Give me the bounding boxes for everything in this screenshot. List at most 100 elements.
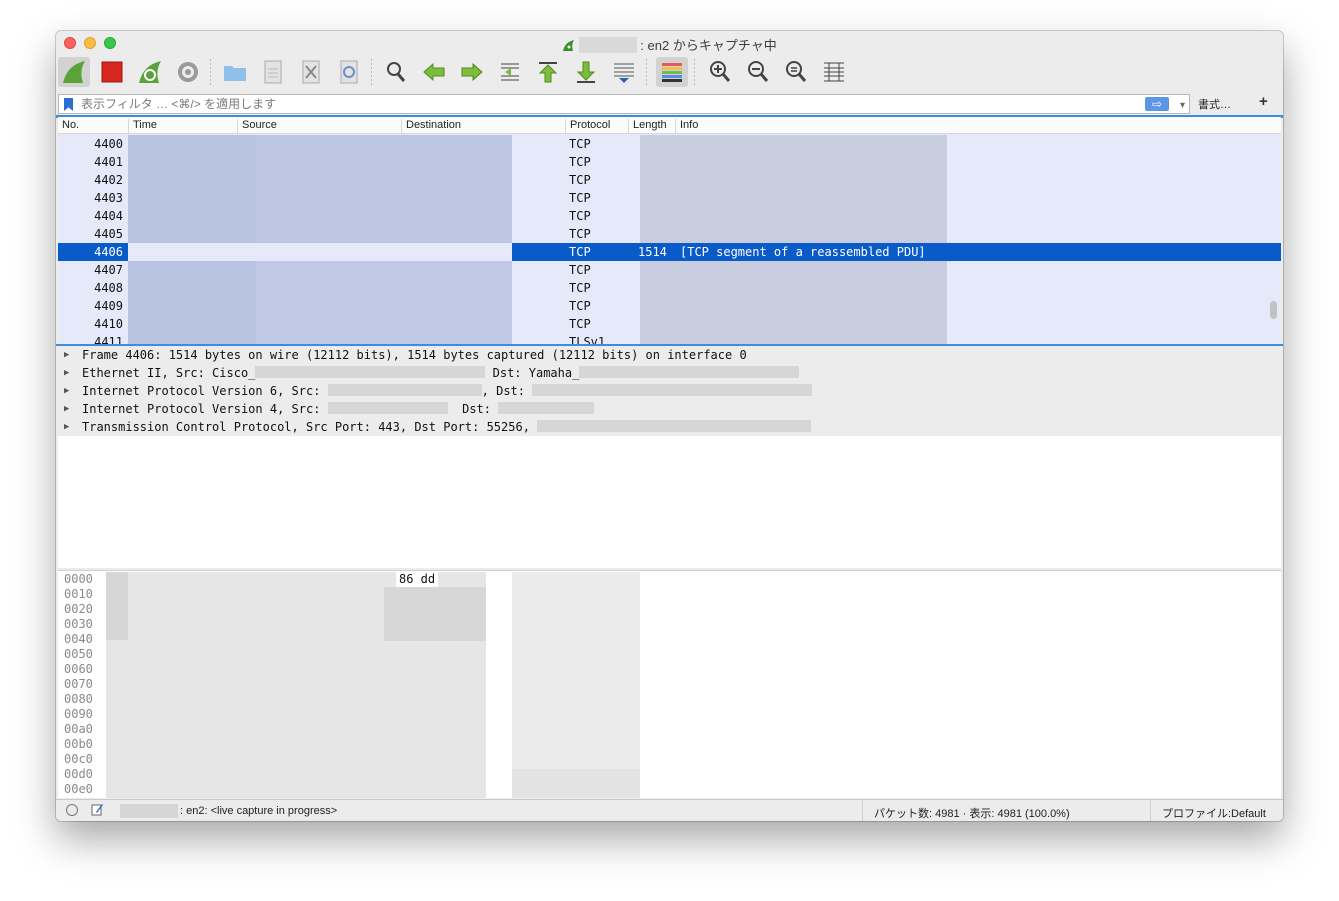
redacted-ascii <box>512 769 640 798</box>
go-to-packet-button[interactable] <box>494 57 526 87</box>
packet-protocol: TCP <box>569 317 591 331</box>
detail-text: Ethernet II, Src: Cisco_ <box>82 366 256 380</box>
apply-filter-button[interactable]: ⇨ <box>1145 97 1169 111</box>
packet-protocol: TCP <box>569 155 591 169</box>
start-capture-button[interactable] <box>58 57 90 87</box>
packet-row[interactable]: 4403 TCP <box>58 189 1281 207</box>
expand-arrow-icon[interactable]: ▶ <box>64 364 69 382</box>
packet-list[interactable]: No. Time Source Destination Protocol Len… <box>58 117 1281 344</box>
zoom-out-button[interactable] <box>742 57 774 87</box>
packet-row[interactable]: 4411 TLSv1 <box>58 333 1281 344</box>
expand-arrow-icon[interactable]: ▶ <box>64 346 69 364</box>
find-packet-button[interactable] <box>380 57 412 87</box>
packet-row[interactable]: 4404 TCP <box>58 207 1281 225</box>
packet-number: 4403 <box>94 191 123 205</box>
zoom-out-icon <box>748 61 769 82</box>
reload-file-button[interactable] <box>333 57 365 87</box>
packet-number: 4409 <box>94 299 123 313</box>
redacted-ip <box>532 384 813 396</box>
detail-tcp[interactable]: ▶ Transmission Control Protocol, Src Port… <box>58 418 1281 436</box>
restart-capture-button[interactable] <box>134 57 166 87</box>
capture-comment-icon[interactable] <box>91 803 104 816</box>
packet-row-selected[interactable]: 4406 TCP 1514 [TCP segment of a reassembled… <box>58 243 1281 261</box>
expand-arrow-icon[interactable]: ▶ <box>64 418 69 436</box>
capture-options-button[interactable] <box>172 57 204 87</box>
add-filter-button[interactable]: + <box>1259 93 1268 110</box>
go-back-button[interactable] <box>418 57 450 87</box>
packet-details[interactable]: ▶ Frame 4406: 1514 bytes on wire (12112 b… <box>58 346 1281 568</box>
format-button[interactable]: 書式… <box>1198 96 1231 112</box>
resize-columns-button[interactable] <box>818 57 850 87</box>
detail-ipv6[interactable]: ▶ Internet Protocol Version 6, Src: , Dst… <box>58 382 1281 400</box>
detail-text: Frame 4406: 1514 bytes on wire (12112 bi… <box>82 348 747 362</box>
byte-offset: 0020 <box>64 602 93 616</box>
main-toolbar <box>56 55 1283 93</box>
save-file-icon <box>264 60 282 84</box>
packet-row[interactable]: 4402 TCP <box>58 171 1281 189</box>
packet-number: 4400 <box>94 137 123 151</box>
colorize-button[interactable] <box>656 57 688 87</box>
byte-offset: 0010 <box>64 587 93 601</box>
bookmark-icon[interactable] <box>64 98 73 111</box>
last-packet-icon <box>576 61 596 83</box>
packet-number: 4408 <box>94 281 123 295</box>
packet-list-scrollbar[interactable] <box>1270 301 1277 319</box>
expand-arrow-icon[interactable]: ▶ <box>64 382 69 400</box>
column-info[interactable]: Info <box>675 119 1275 133</box>
packet-info: [TCP segment of a reassembled PDU] <box>680 245 926 259</box>
detail-frame[interactable]: ▶ Frame 4406: 1514 bytes on wire (12112 b… <box>58 346 1281 364</box>
column-destination[interactable]: Destination <box>401 119 565 133</box>
packet-number: 4402 <box>94 173 123 187</box>
packet-bytes[interactable]: 0000 0010 0020 0030 0040 0050 0060 0070 … <box>58 570 1281 798</box>
column-protocol[interactable]: Protocol <box>565 119 628 133</box>
autoscroll-button[interactable] <box>608 57 640 87</box>
expand-arrow-icon[interactable]: ▶ <box>64 400 69 418</box>
column-time[interactable]: Time <box>128 119 237 133</box>
packet-row[interactable]: 4409 TCP <box>58 297 1281 315</box>
filter-placeholder: 表示フィルタ … <⌘/> を適用します <box>81 97 277 111</box>
chevron-down-icon[interactable]: ▾ <box>1180 97 1185 115</box>
detail-ipv4[interactable]: ▶ Internet Protocol Version 4, Src: Dst: <box>58 400 1281 418</box>
packet-row[interactable]: 4408 TCP <box>58 279 1281 297</box>
close-file-icon <box>302 60 320 84</box>
packet-number: 4410 <box>94 317 123 331</box>
first-packet-icon <box>538 62 558 83</box>
redacted-host <box>120 804 178 818</box>
packet-count: パケット数: 4981 · 表示: 4981 (100.0%) <box>874 808 1070 820</box>
display-filter-input[interactable]: 表示フィルタ … <⌘/> を適用します ⇨ ▾ <box>58 94 1190 114</box>
packet-number: 4405 <box>94 227 123 241</box>
packet-row[interactable]: 4407 TCP <box>58 261 1281 279</box>
last-packet-button[interactable] <box>570 57 602 87</box>
capture-status: : en2: <live capture in progress> <box>180 805 338 817</box>
redacted-host <box>579 37 638 53</box>
expert-info-icon[interactable] <box>66 804 78 816</box>
close-file-button[interactable] <box>295 57 327 87</box>
stop-capture-button[interactable] <box>96 57 128 87</box>
packet-row[interactable]: 4410 TCP <box>58 315 1281 333</box>
save-file-button[interactable] <box>257 57 289 87</box>
packet-row[interactable]: 4400 TCP <box>58 135 1281 153</box>
zoom-in-button[interactable] <box>704 57 736 87</box>
redacted-ascii <box>512 572 640 798</box>
packet-number: 4401 <box>94 155 123 169</box>
selected-hex-bytes[interactable]: 86 dd <box>396 572 439 587</box>
wireshark-window: : en2 からキャプチャ中 表示フィルタ … <⌘/> を適用します ⇨ ▾ … <box>56 31 1283 821</box>
normal-size-button[interactable] <box>780 57 812 87</box>
packet-row[interactable]: 4405 TCP <box>58 225 1281 243</box>
normal-size-icon <box>786 61 807 82</box>
column-length[interactable]: Length <box>628 119 675 133</box>
detail-ethernet[interactable]: ▶ Ethernet II, Src: Cisco_ Dst: Yamaha_ <box>58 364 1281 382</box>
go-forward-button[interactable] <box>456 57 488 87</box>
first-packet-button[interactable] <box>532 57 564 87</box>
autoscroll-icon <box>614 63 634 83</box>
title-bar: : en2 からキャプチャ中 <box>56 31 1283 55</box>
byte-offset: 00d0 <box>64 767 93 781</box>
display-filter-bar: 表示フィルタ … <⌘/> を適用します ⇨ ▾ 書式… + <box>56 93 1283 115</box>
redacted-address <box>128 243 512 261</box>
profile-selector[interactable]: プロファイル:Default <box>1162 805 1266 821</box>
column-source[interactable]: Source <box>237 119 401 133</box>
packet-row[interactable]: 4401 TCP <box>58 153 1281 171</box>
open-file-button[interactable] <box>219 57 251 87</box>
start-capture-icon <box>63 61 85 83</box>
column-no[interactable]: No. <box>58 119 128 133</box>
